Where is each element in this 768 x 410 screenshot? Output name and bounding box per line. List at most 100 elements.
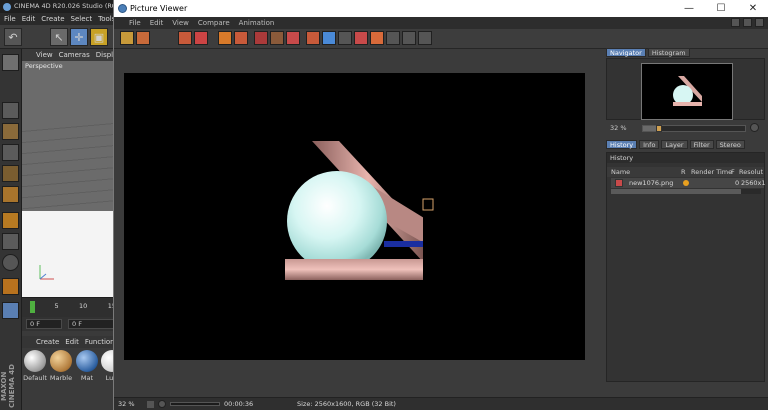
- c4d-menu-file[interactable]: File: [4, 13, 16, 25]
- viewport-menubar: View Cameras Display: [22, 49, 122, 61]
- channel-rgb-icon[interactable]: [306, 31, 320, 45]
- zoom-reset-icon[interactable]: [750, 123, 759, 132]
- menu-edit[interactable]: Edit: [150, 17, 164, 29]
- col-resolution[interactable]: Resolut: [739, 168, 763, 176]
- material-ball-icon: [24, 350, 46, 372]
- close-button[interactable]: ✕: [738, 0, 768, 17]
- zoom-slider[interactable]: [642, 125, 746, 132]
- c4d-menubar: File Edit Create Select Tools: [0, 13, 118, 25]
- filter-icon[interactable]: [402, 31, 416, 45]
- col-r[interactable]: R: [681, 168, 686, 176]
- panel-close-icon[interactable]: [755, 18, 764, 27]
- material-menu-edit[interactable]: Edit: [65, 336, 79, 348]
- axis-mode-icon[interactable]: [2, 212, 19, 229]
- clear-history-icon[interactable]: [286, 31, 300, 45]
- make-editable-icon[interactable]: [2, 54, 19, 71]
- magnet-icon[interactable]: [2, 278, 19, 295]
- status-zoom[interactable]: 32 %: [118, 398, 135, 410]
- stereo-icon[interactable]: [418, 31, 432, 45]
- current-frame-field[interactable]: 0 F: [68, 319, 114, 329]
- window-title: Picture Viewer: [130, 4, 188, 13]
- col-f[interactable]: F: [731, 168, 735, 176]
- panel-restore-icon[interactable]: [743, 18, 752, 27]
- material-menu-function[interactable]: Function: [85, 336, 115, 348]
- panel-minimize-icon[interactable]: [731, 18, 740, 27]
- viewport-menu-view[interactable]: View: [36, 49, 53, 61]
- timeline-playhead[interactable]: [30, 301, 35, 313]
- scale-tool-icon[interactable]: ▣: [90, 28, 108, 46]
- timeline-ruler[interactable]: 0 5 10 15: [22, 297, 118, 317]
- material-ball-icon: [50, 350, 72, 372]
- select-arrow-icon[interactable]: ↖: [50, 28, 68, 46]
- material-label: Default: [23, 374, 47, 382]
- workplane-icon[interactable]: [2, 302, 19, 319]
- material-label: Mat: [80, 374, 94, 382]
- render-region-icon[interactable]: [218, 31, 232, 45]
- menu-view[interactable]: View: [172, 17, 189, 29]
- save-file-icon[interactable]: [136, 31, 150, 45]
- edges-mode-icon[interactable]: [2, 165, 19, 182]
- zoom-slider-knob[interactable]: [656, 125, 663, 132]
- menu-animation[interactable]: Animation: [239, 17, 275, 29]
- c4d-menu-edit[interactable]: Edit: [22, 13, 36, 25]
- perspective-viewport[interactable]: Perspective: [22, 61, 118, 297]
- material-menu-create[interactable]: Create: [36, 336, 59, 348]
- zoom-dropdown-icon[interactable]: [147, 401, 154, 408]
- menu-file[interactable]: File: [129, 17, 141, 29]
- maxon-logo: MAXON CINEMA 4D: [0, 364, 16, 408]
- viewport-label: Perspective: [25, 62, 63, 70]
- history-scrollbar[interactable]: [611, 189, 761, 194]
- channel-alpha-icon[interactable]: [322, 31, 336, 45]
- snap-icon[interactable]: [2, 254, 19, 271]
- render-stop-icon[interactable]: [234, 31, 248, 45]
- tab-info[interactable]: Info: [639, 140, 660, 149]
- menu-compare[interactable]: Compare: [198, 17, 230, 29]
- render-canvas[interactable]: [124, 73, 585, 360]
- tab-stereo[interactable]: Stereo: [715, 140, 745, 149]
- col-name[interactable]: Name: [611, 168, 630, 176]
- navigator-thumbnail[interactable]: [641, 63, 733, 120]
- history-row[interactable]: new1076.png 0 2560x1: [611, 178, 766, 188]
- texture-mode-icon[interactable]: [2, 123, 19, 140]
- minimize-button[interactable]: —: [674, 0, 704, 17]
- open-file-icon[interactable]: [120, 31, 134, 45]
- tweak-mode-icon[interactable]: [2, 233, 19, 250]
- channel-a-icon[interactable]: [338, 31, 352, 45]
- ab-compare-icon[interactable]: [254, 31, 268, 45]
- channel-b-icon[interactable]: [354, 31, 368, 45]
- history-scrollbar-thumb[interactable]: [611, 189, 741, 194]
- col-render-time[interactable]: Render Time: [691, 168, 732, 176]
- tab-history[interactable]: History: [606, 140, 638, 149]
- c4d-menu-select[interactable]: Select: [71, 13, 93, 25]
- blue-strip: [384, 241, 423, 247]
- swap-ab-icon[interactable]: [270, 31, 284, 45]
- tab-layer[interactable]: Layer: [661, 140, 688, 149]
- picture-viewer-menubar: File Edit View Compare Animation: [114, 17, 768, 29]
- channel-c-icon[interactable]: [370, 31, 384, 45]
- viewport-menu-cameras[interactable]: Cameras: [59, 49, 90, 61]
- timeline-tick: 10: [79, 302, 88, 310]
- points-mode-icon[interactable]: [2, 144, 19, 161]
- move-tool-icon[interactable]: ✛: [70, 28, 88, 46]
- navigator-zoom-row: 32 %: [606, 122, 765, 134]
- history-section-title: History: [607, 153, 764, 163]
- c4d-left-palette: [0, 49, 22, 410]
- material-swatch[interactable]: Default: [23, 350, 47, 382]
- play-icon[interactable]: [158, 400, 166, 408]
- c4d-menu-create[interactable]: Create: [41, 13, 64, 25]
- polygons-mode-icon[interactable]: [2, 186, 19, 203]
- material-swatch[interactable]: Marble: [49, 350, 73, 382]
- tab-filter[interactable]: Filter: [689, 140, 714, 149]
- render-icon[interactable]: [194, 31, 208, 45]
- c4d-title-text: CINEMA 4D R20.026 Studio (RC -: [14, 2, 118, 10]
- undo-icon[interactable]: ↶: [4, 28, 22, 46]
- model-mode-icon[interactable]: [2, 102, 19, 119]
- fit-screen-icon[interactable]: [178, 31, 192, 45]
- tab-histogram[interactable]: Histogram: [647, 48, 690, 57]
- maximize-button[interactable]: ☐: [706, 0, 736, 17]
- start-frame-field[interactable]: 0 F: [26, 319, 62, 329]
- material-swatch[interactable]: Mat: [75, 350, 99, 382]
- material-menubar: Create Edit Function: [22, 336, 118, 348]
- tab-navigator[interactable]: Navigator: [606, 48, 646, 57]
- layer-icon[interactable]: [386, 31, 400, 45]
